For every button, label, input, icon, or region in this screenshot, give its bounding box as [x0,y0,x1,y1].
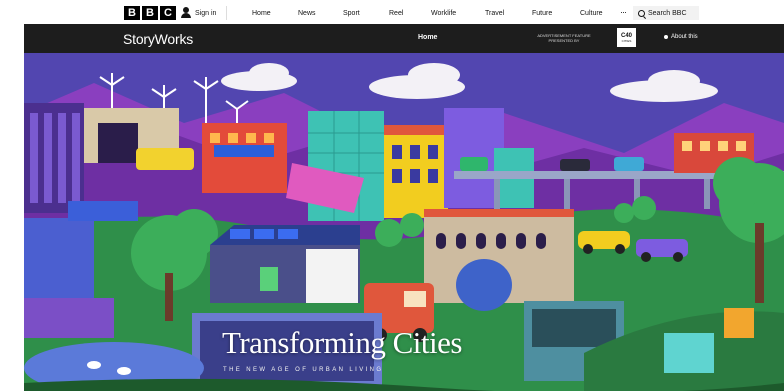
bbc-logo-letter: C [160,6,176,20]
storyworks-home-link[interactable]: Home [418,34,437,41]
storyworks-logo[interactable]: StoryWorks [123,31,193,47]
user-icon [181,7,191,19]
search-icon [638,9,645,17]
nav-travel[interactable]: Travel [485,10,504,17]
about-this-link[interactable]: About this [664,34,698,40]
advertisement-feature-label: ADVERTISEMENT FEATURE PRESENTED BY [534,33,594,43]
nav-culture[interactable]: Culture [580,10,603,17]
about-this-label: About this [671,34,698,40]
c40-logo-bottom: CITIES [621,38,632,43]
nav-worklife[interactable]: Worklife [431,10,456,17]
nav-sport[interactable]: Sport [343,10,360,17]
info-dot-icon [664,35,668,39]
bbc-global-nav: B B C Sign in Home News Sport Reel Workl… [0,0,784,24]
hero-title: Transforming Cities [222,325,462,360]
nav-home[interactable]: Home [252,10,271,17]
sign-in-link[interactable]: Sign in [181,6,228,20]
nav-reel[interactable]: Reel [389,10,403,17]
hero-banner: Transforming Cities THE NEW AGE OF URBAN… [24,53,784,391]
nav-news[interactable]: News [298,10,316,17]
ad-line-2: PRESENTED BY [548,38,580,43]
search-label: Search BBC [648,9,687,17]
bbc-logo-letter: B [124,6,140,20]
hero-subtitle: THE NEW AGE OF URBAN LIVING [223,367,384,373]
bbc-logo[interactable]: B B C [124,6,176,20]
sign-in-label: Sign in [195,9,217,17]
more-menu-button[interactable]: ··· [620,7,627,17]
search-bbc-button[interactable]: Search BBC [633,6,699,20]
storyworks-header: StoryWorks Home ADVERTISEMENT FEATURE PR… [24,24,784,53]
bbc-logo-letter: B [142,6,158,20]
c40-cities-logo[interactable]: C40 CITIES [617,28,636,47]
nav-future[interactable]: Future [532,10,552,17]
